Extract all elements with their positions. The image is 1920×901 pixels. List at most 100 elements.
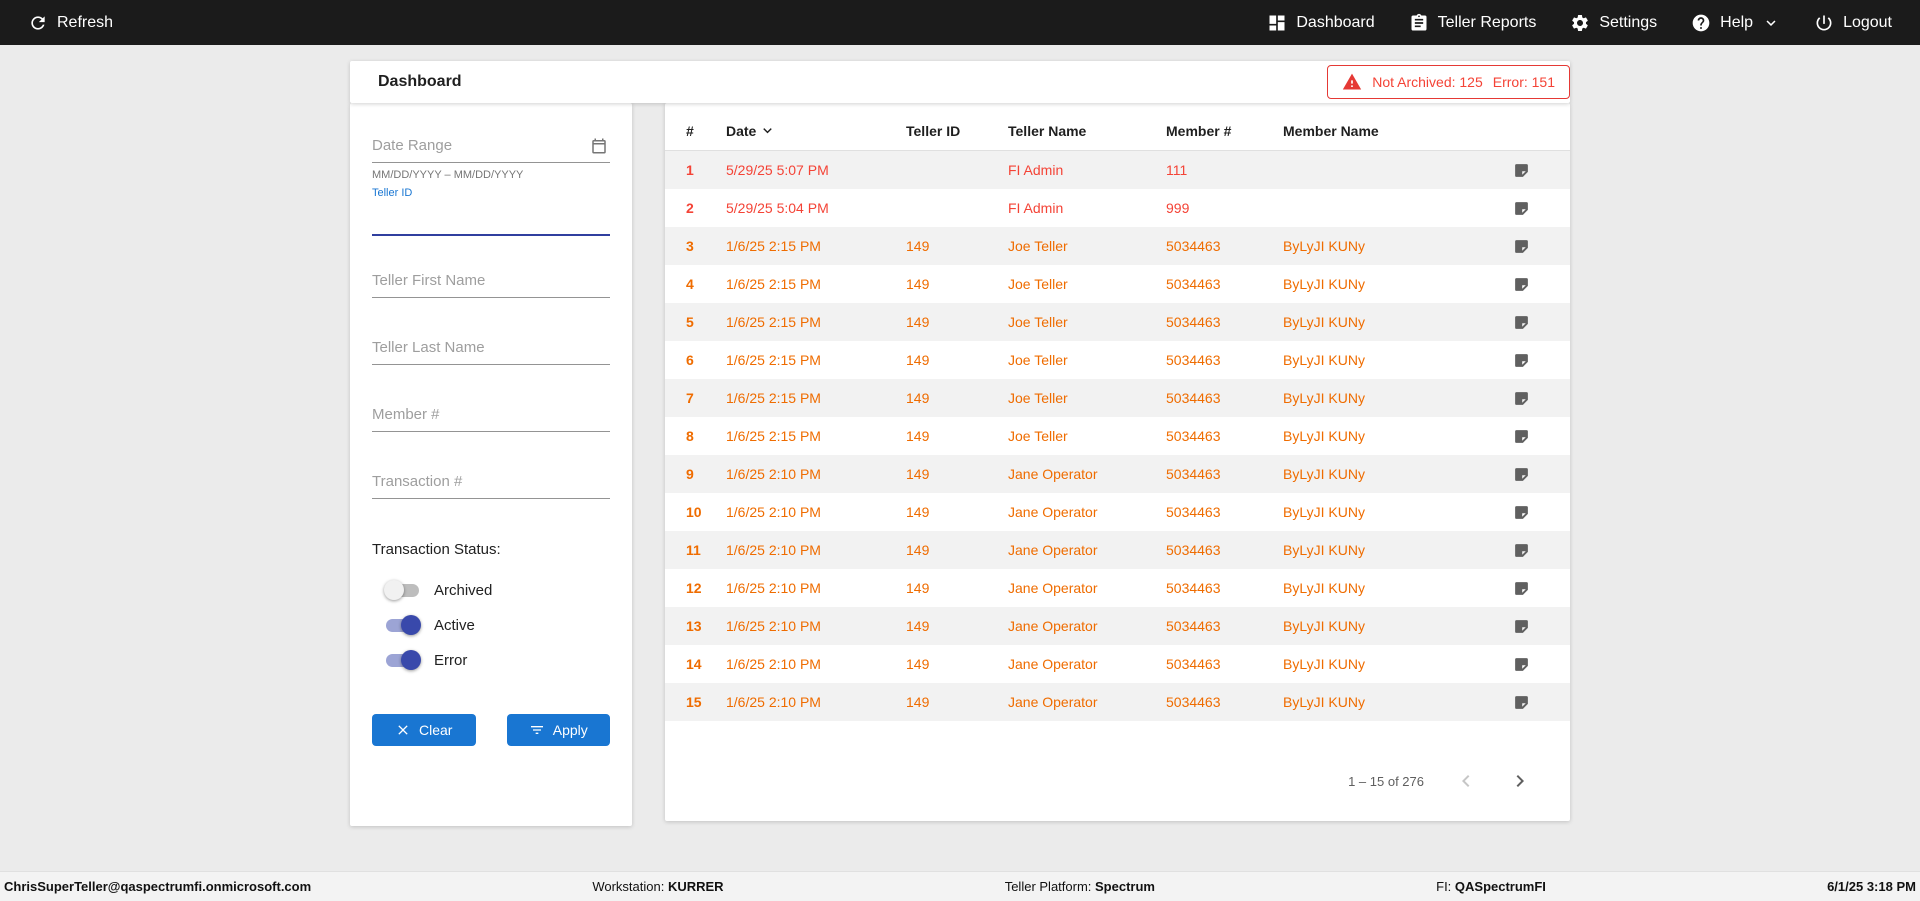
transaction-status-label: Transaction Status: <box>372 541 501 558</box>
topbar: Refresh Dashboard Teller Reports Setting… <box>0 0 1920 45</box>
teller-id-input[interactable] <box>372 199 610 236</box>
cell-col-mnum: 5034463 <box>1166 504 1221 520</box>
note-icon[interactable] <box>1493 504 1549 521</box>
refresh-button[interactable]: Refresh <box>28 13 113 33</box>
nav-teller-reports-label: Teller Reports <box>1437 13 1537 31</box>
cell-col-mname: ByLyJI KUNy <box>1283 618 1365 634</box>
note-icon[interactable] <box>1493 428 1549 445</box>
status-datetime: 6/1/25 3:18 PM <box>1827 879 1916 894</box>
teller-last-name-input[interactable] <box>372 331 610 365</box>
col-header-teller-id[interactable]: Teller ID <box>906 123 1008 139</box>
archived-switch[interactable] <box>384 580 421 600</box>
toggle-error[interactable]: Error <box>372 650 610 670</box>
cell-col-mnum: 999 <box>1166 200 1190 216</box>
cell-col-mnum: 5034463 <box>1166 656 1221 672</box>
note-icon[interactable] <box>1493 200 1549 217</box>
col-header-date[interactable]: Date <box>726 122 906 139</box>
teller-first-name-input[interactable] <box>372 264 610 298</box>
error-switch[interactable] <box>384 650 421 670</box>
cell-col-date: 5/29/25 5:07 PM <box>726 162 829 178</box>
note-icon[interactable] <box>1493 276 1549 293</box>
cell-col-num: 9 <box>686 466 694 482</box>
cell-col-tid: 149 <box>906 504 930 520</box>
workstation-info: Workstation: KURRER <box>592 879 724 894</box>
cell-col-mname: ByLyJI KUNy <box>1283 694 1365 710</box>
date-range-input[interactable] <box>372 129 588 162</box>
transaction-number-input[interactable] <box>372 465 610 499</box>
cell-col-mnum: 5034463 <box>1166 390 1221 406</box>
cell-col-mnum: 5034463 <box>1166 428 1221 444</box>
clear-button-label: Clear <box>419 722 453 738</box>
cell-col-date: 1/6/25 2:10 PM <box>726 466 821 482</box>
member-number-input[interactable] <box>372 398 610 432</box>
cell-col-num: 12 <box>686 580 702 596</box>
refresh-label: Refresh <box>57 13 114 31</box>
table-row[interactable]: 4 1/6/25 2:15 PM 149 Joe Teller 5034463 ByLyJ… <box>665 265 1570 303</box>
cell-col-mname: ByLyJI KUNy <box>1283 656 1365 672</box>
table-row[interactable]: 8 1/6/25 2:15 PM 149 Joe Teller 5034463 ByLyJ… <box>665 417 1570 455</box>
note-icon[interactable] <box>1493 162 1549 179</box>
cell-col-tid: 149 <box>906 580 930 596</box>
chevron-down-icon <box>1762 14 1780 32</box>
note-icon[interactable] <box>1493 390 1549 407</box>
nav-settings[interactable]: Settings <box>1570 13 1657 33</box>
col-header-member-name[interactable]: Member Name <box>1283 123 1493 139</box>
note-icon[interactable] <box>1493 314 1549 331</box>
table-row[interactable]: 7 1/6/25 2:15 PM 149 Joe Teller 5034463 ByLyJ… <box>665 379 1570 417</box>
table-row[interactable]: 9 1/6/25 2:10 PM 149 Jane Operator 5034463 By… <box>665 455 1570 493</box>
cell-col-date: 1/6/25 2:10 PM <box>726 694 821 710</box>
cell-col-mname: ByLyJI KUNy <box>1283 238 1365 254</box>
active-switch[interactable] <box>384 615 421 635</box>
note-icon[interactable] <box>1493 542 1549 559</box>
alert-banner: Not Archived: 125 Error: 151 <box>1327 65 1570 99</box>
previous-page-button[interactable] <box>1454 769 1478 793</box>
next-page-button[interactable] <box>1508 769 1532 793</box>
toggle-archived[interactable]: Archived <box>372 580 610 600</box>
nav-logout[interactable]: Logout <box>1814 13 1892 33</box>
toggle-active[interactable]: Active <box>372 615 610 635</box>
table-row[interactable]: 5 1/6/25 2:15 PM 149 Joe Teller 5034463 ByLyJ… <box>665 303 1570 341</box>
col-header-member-num[interactable]: Member # <box>1166 123 1283 139</box>
note-icon[interactable] <box>1493 656 1549 673</box>
nav-teller-reports[interactable]: Teller Reports <box>1409 13 1537 33</box>
note-icon[interactable] <box>1493 694 1549 711</box>
cell-col-mnum: 5034463 <box>1166 314 1221 330</box>
table-row[interactable]: 3 1/6/25 2:15 PM 149 Joe Teller 5034463 ByLyJ… <box>665 227 1570 265</box>
cell-col-mnum: 5034463 <box>1166 694 1221 710</box>
note-icon[interactable] <box>1493 352 1549 369</box>
clear-button[interactable]: Clear <box>372 714 476 746</box>
nav-help[interactable]: Help <box>1691 13 1780 33</box>
cell-col-mname: ByLyJI KUNy <box>1283 466 1365 482</box>
cell-col-mname: ByLyJI KUNy <box>1283 542 1365 558</box>
cell-col-mnum: 5034463 <box>1166 542 1221 558</box>
note-icon[interactable] <box>1493 618 1549 635</box>
page: Dashboard Not Archived: 125 Error: 151 D… <box>0 45 1920 871</box>
note-icon[interactable] <box>1493 466 1549 483</box>
nav-dashboard[interactable]: Dashboard <box>1267 13 1375 33</box>
col-header-teller-name[interactable]: Teller Name <box>1008 123 1166 139</box>
table-row[interactable]: 1 5/29/25 5:07 PM FI Admin 111 <box>665 151 1570 189</box>
note-icon[interactable] <box>1493 580 1549 597</box>
power-icon <box>1814 13 1834 33</box>
cell-col-date: 1/6/25 2:15 PM <box>726 238 821 254</box>
table-row[interactable]: 15 1/6/25 2:10 PM 149 Jane Operator 5034463 B… <box>665 683 1570 721</box>
table-row[interactable]: 6 1/6/25 2:15 PM 149 Joe Teller 5034463 ByLyJ… <box>665 341 1570 379</box>
cell-col-tid: 149 <box>906 466 930 482</box>
table-row[interactable]: 14 1/6/25 2:10 PM 149 Jane Operator 5034463 B… <box>665 645 1570 683</box>
nav-dashboard-label: Dashboard <box>1296 13 1375 31</box>
col-header-date-label: Date <box>726 122 757 139</box>
cell-col-date: 1/6/25 2:15 PM <box>726 390 821 406</box>
table-row[interactable]: 13 1/6/25 2:10 PM 149 Jane Operator 5034463 B… <box>665 607 1570 645</box>
warning-icon <box>1342 72 1362 92</box>
clear-x-icon <box>395 722 411 738</box>
note-icon[interactable] <box>1493 238 1549 255</box>
calendar-icon[interactable] <box>588 135 610 157</box>
table-row[interactable]: 10 1/6/25 2:10 PM 149 Jane Operator 5034463 B… <box>665 493 1570 531</box>
apply-button[interactable]: Apply <box>506 714 610 746</box>
table-row[interactable]: 11 1/6/25 2:10 PM 149 Jane Operator 5034463 B… <box>665 531 1570 569</box>
table-row[interactable]: 2 5/29/25 5:04 PM FI Admin 999 <box>665 189 1570 227</box>
filter-icon <box>529 722 545 738</box>
col-header-num[interactable]: # <box>686 123 726 139</box>
table-row[interactable]: 12 1/6/25 2:10 PM 149 Jane Operator 5034463 B… <box>665 569 1570 607</box>
cell-col-tname: Joe Teller <box>1008 352 1068 368</box>
